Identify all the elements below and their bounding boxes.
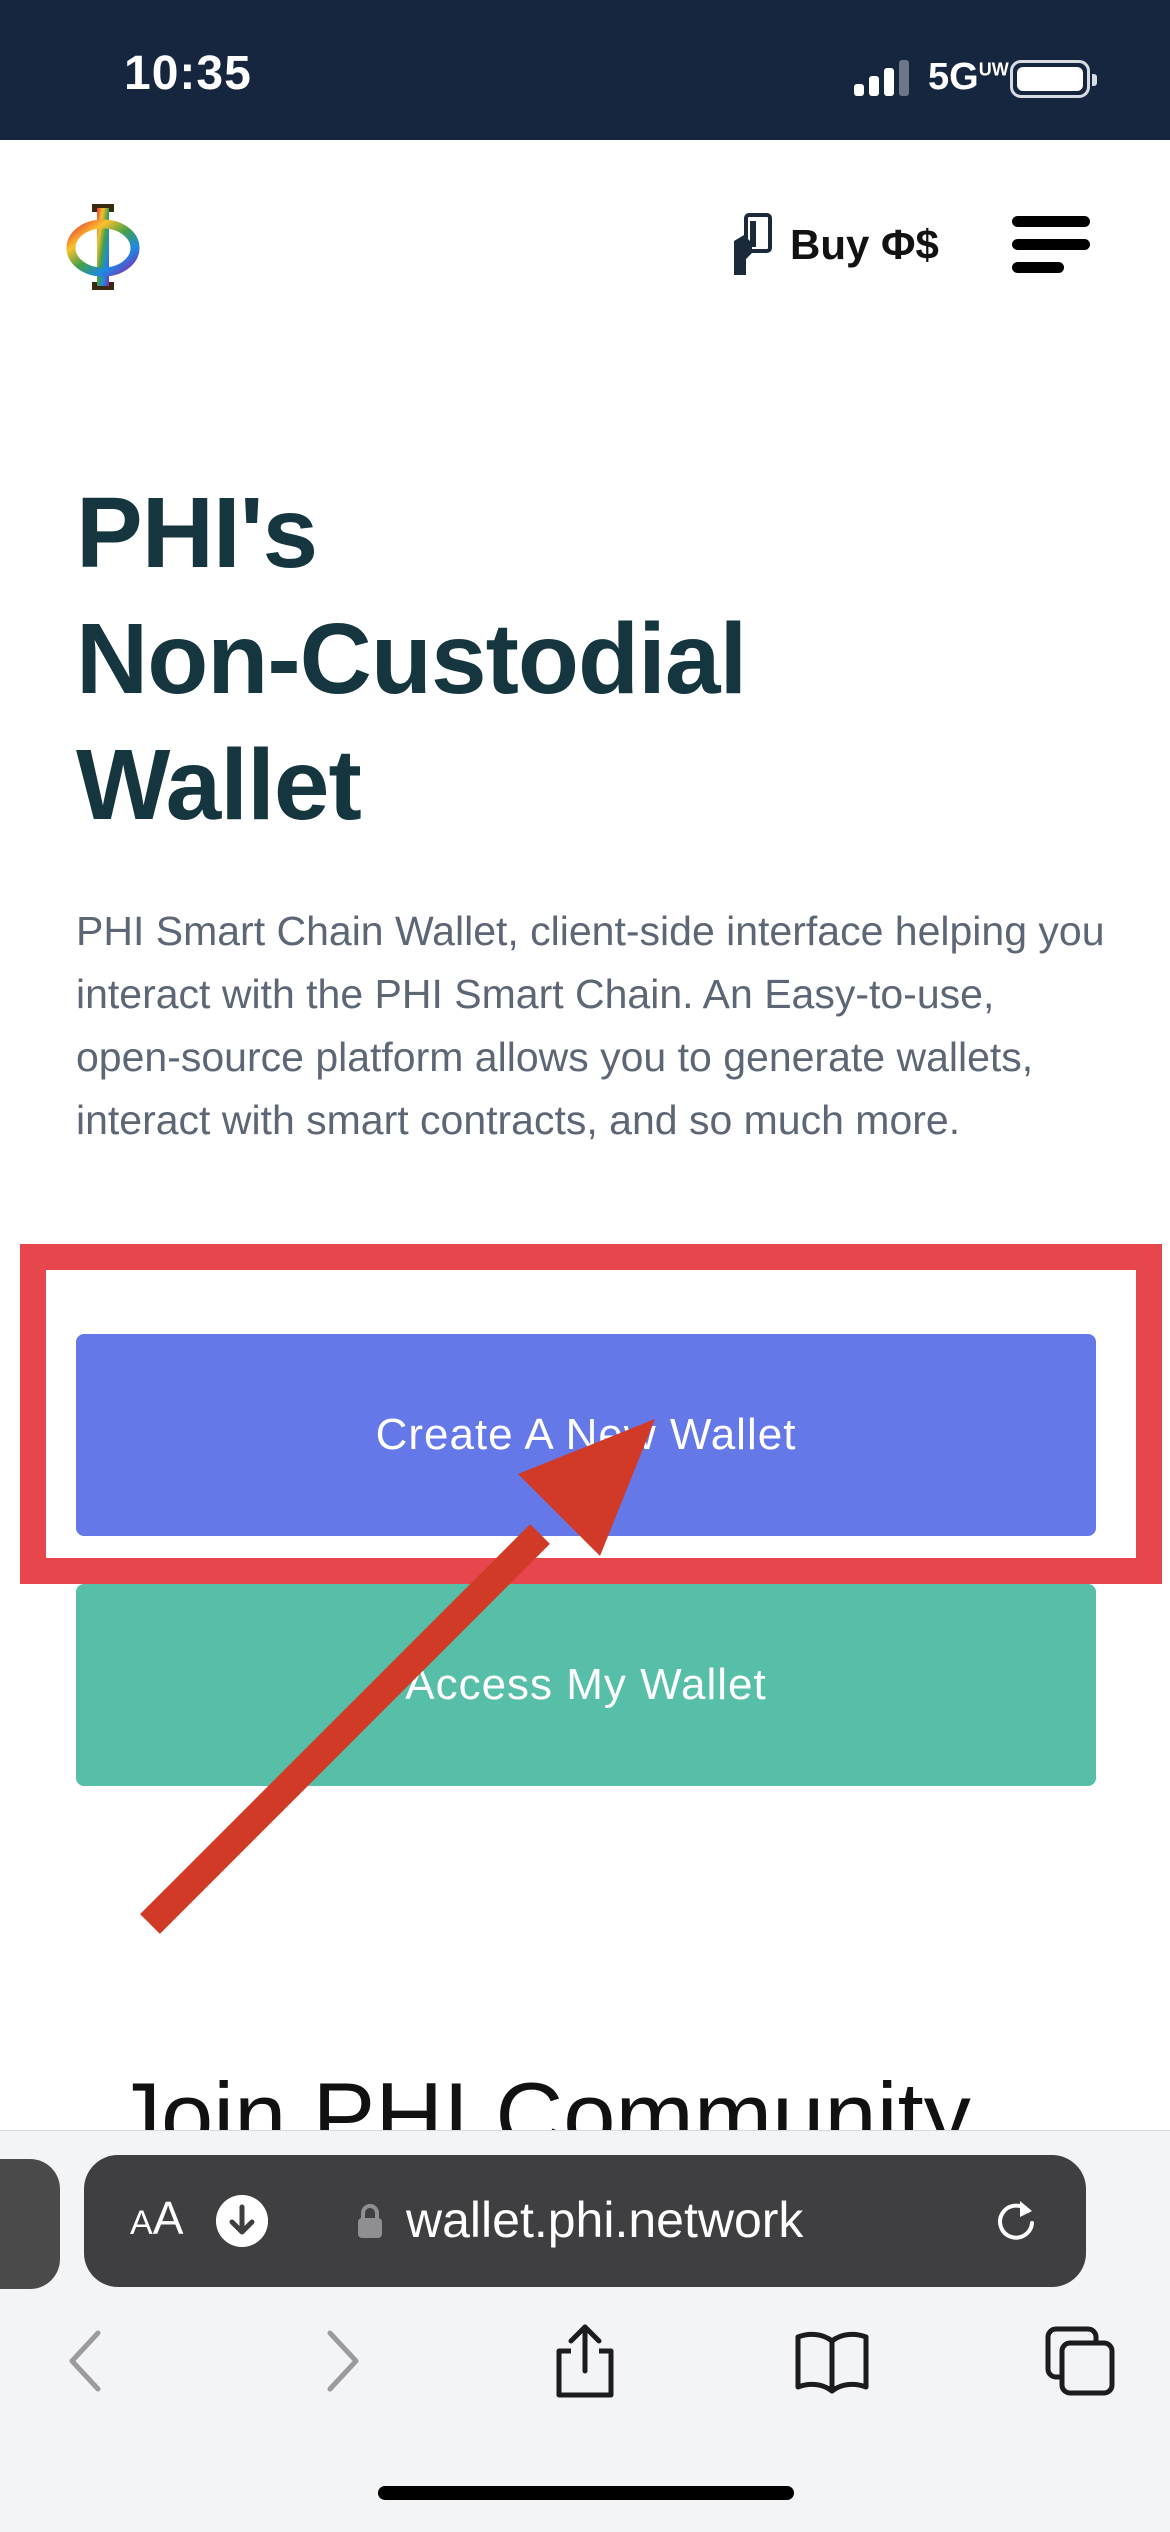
bookmarks-icon[interactable] <box>792 2321 872 2401</box>
back-icon[interactable] <box>48 2321 128 2401</box>
lock-icon <box>358 2204 382 2238</box>
address-bar[interactable]: AA wallet.phi.network <box>84 2155 1086 2287</box>
text-size-button[interactable]: AA <box>130 2191 183 2245</box>
home-indicator[interactable] <box>378 2486 794 2500</box>
text-size-small-a: A <box>130 2204 153 2242</box>
reload-icon[interactable] <box>990 2195 1042 2247</box>
download-icon[interactable] <box>216 2195 268 2247</box>
status-bar: 10:35 5GUW <box>0 0 1170 140</box>
annotation-highlight-box <box>20 1244 1162 1584</box>
network-text: 5G <box>928 56 979 98</box>
buy-label: Buy Φ$ <box>790 221 939 268</box>
text-size-large-a: A <box>152 2192 184 2244</box>
hero-description: PHI Smart Chain Wallet, client-side inte… <box>76 908 1105 1143</box>
network-superscript: UW <box>978 59 1009 80</box>
page-title: PHI's Non-Custodial Wallet <box>76 470 976 848</box>
access-wallet-button[interactable]: Access My Wallet <box>76 1584 1096 1786</box>
url-text: wallet.phi.network <box>406 2192 804 2248</box>
signal-bars-icon <box>854 60 910 96</box>
status-time: 10:35 <box>124 47 252 100</box>
network-label: 5GUW <box>928 56 1009 99</box>
hamburger-menu-icon[interactable] <box>1012 214 1090 276</box>
title-line-3: Wallet <box>76 729 362 841</box>
battery-icon <box>1010 60 1097 98</box>
browser-toolbar: AA wallet.phi.network <box>0 2130 1170 2532</box>
buy-phi-link[interactable]: Buy Φ$ <box>728 210 939 280</box>
tabs-icon[interactable] <box>1040 2321 1120 2401</box>
site-header: Buy Φ$ <box>0 140 1170 350</box>
title-line-1: PHI's <box>76 477 318 589</box>
title-line-2: Non-Custodial <box>76 603 747 715</box>
access-wallet-label: Access My Wallet <box>405 1660 767 1709</box>
hand-card-icon <box>734 213 772 275</box>
previous-tab-preview[interactable] <box>0 2159 60 2289</box>
share-icon[interactable] <box>545 2321 625 2401</box>
phone-screen: 10:35 5GUW Buy Φ$ PHI's Non-Custodial Wa… <box>0 0 1170 2532</box>
phi-logo-icon[interactable] <box>62 202 142 292</box>
forward-icon[interactable] <box>300 2321 380 2401</box>
